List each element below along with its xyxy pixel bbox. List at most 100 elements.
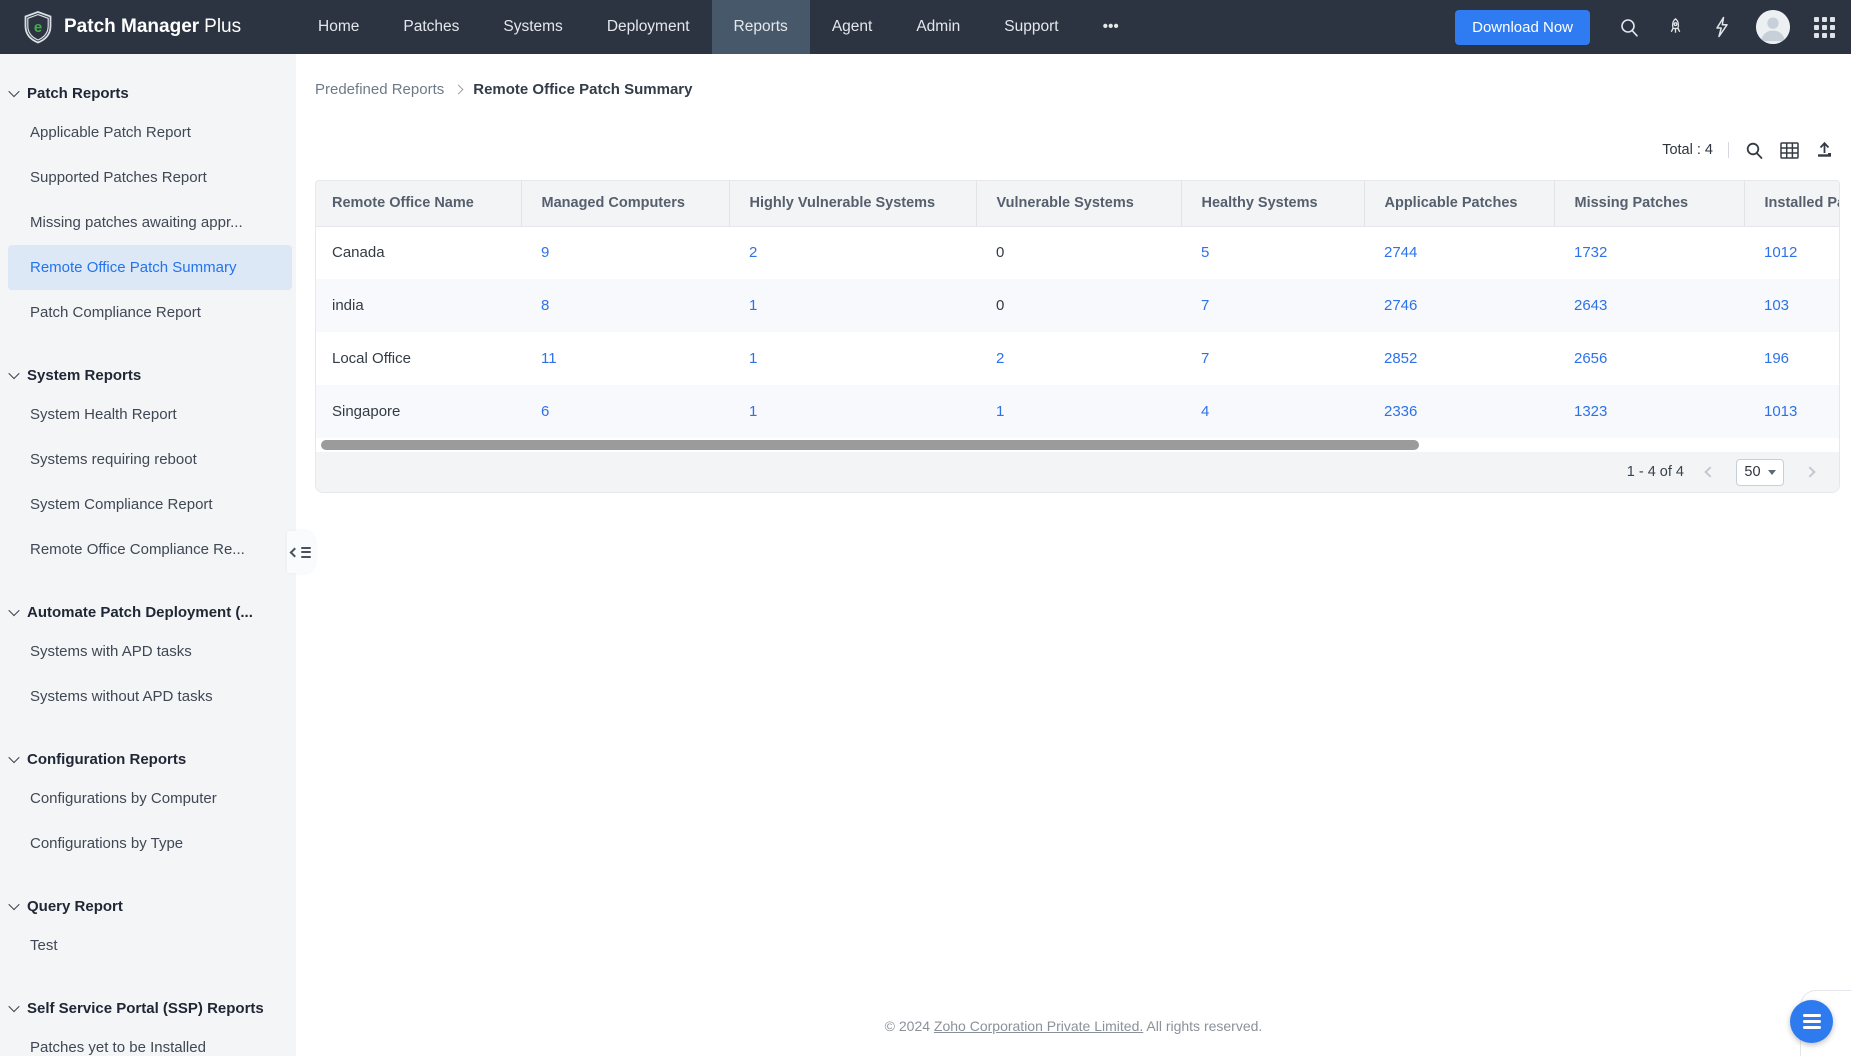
nav-item-patches[interactable]: Patches <box>381 0 481 54</box>
zoho-corporation-link[interactable]: Zoho Corporation Private Limited. <box>934 1018 1143 1034</box>
table-cell: 6 <box>521 385 729 438</box>
table-search-icon[interactable] <box>1744 140 1764 160</box>
breadcrumb: Predefined Reports Remote Office Patch S… <box>315 78 1840 100</box>
sidebar-item[interactable]: Configurations by Computer <box>8 776 292 821</box>
table-cell: 7 <box>1181 279 1364 332</box>
apps-grid-icon[interactable] <box>1814 16 1835 38</box>
cell-value-link[interactable]: 7 <box>1201 350 1209 367</box>
cell-value-link[interactable]: 1012 <box>1764 244 1797 261</box>
cell-value-link[interactable]: 2336 <box>1384 403 1417 420</box>
column-header[interactable]: Remote Office Name <box>316 181 522 227</box>
sidebar-section-header[interactable]: Self Service Portal (SSP) Reports <box>0 991 296 1025</box>
nav-item-[interactable]: ••• <box>1081 0 1141 54</box>
prev-page-button[interactable] <box>1697 459 1723 485</box>
sidebar-section: Configuration Reports Configurations by C… <box>0 742 296 866</box>
page-title: Remote Office Patch Summary <box>473 80 693 98</box>
nav-item-home[interactable]: Home <box>296 0 381 54</box>
nav-item-reports[interactable]: Reports <box>711 0 810 54</box>
sidebar-section-title: Automate Patch Deployment (... <box>27 603 253 621</box>
feedback-menu-fab[interactable] <box>1790 1000 1833 1043</box>
column-header[interactable]: Applicable Patches <box>1364 181 1555 227</box>
sidebar-item[interactable]: Configurations by Type <box>8 821 292 866</box>
sidebar-item[interactable]: Test <box>8 923 292 968</box>
pagination-range-label: 1 - 4 of 4 <box>1626 464 1684 480</box>
cell-value-link[interactable]: 2656 <box>1574 350 1607 367</box>
column-header[interactable]: Managed Computers <box>521 181 730 227</box>
cell-value-link[interactable]: 1 <box>996 403 1004 420</box>
sidebar-item[interactable]: Missing patches awaiting appr... <box>8 200 292 245</box>
rocket-icon[interactable] <box>1664 16 1686 38</box>
pagination-bar: 1 - 4 of 4 50 <box>316 452 1839 492</box>
breadcrumb-parent-link[interactable]: Predefined Reports <box>315 81 444 98</box>
cell-value-link[interactable]: 7 <box>1201 297 1209 314</box>
column-header[interactable]: Missing Patches <box>1554 181 1745 227</box>
sidebar-item[interactable]: System Health Report <box>8 392 292 437</box>
sidebar-section-header[interactable]: System Reports <box>0 358 296 392</box>
cell-value-link[interactable]: 4 <box>1201 403 1209 420</box>
column-header[interactable]: Installed Patches <box>1744 181 1839 227</box>
caret-down-icon <box>1767 469 1776 475</box>
sidebar-item[interactable]: Applicable Patch Report <box>8 110 292 155</box>
app-title: Patch Manager Plus <box>64 16 242 37</box>
table-cell: 1732 <box>1554 226 1744 279</box>
sidebar-item[interactable]: Systems without APD tasks <box>8 674 292 719</box>
cell-value-link[interactable]: 5 <box>1201 244 1209 261</box>
sidebar-item[interactable]: Remote Office Compliance Re... <box>8 527 292 572</box>
cell-value-link[interactable]: 1732 <box>1574 244 1607 261</box>
cell-value-link[interactable]: 196 <box>1764 350 1789 367</box>
nav-item-support[interactable]: Support <box>982 0 1080 54</box>
nav-item-systems[interactable]: Systems <box>481 0 584 54</box>
nav-item-admin[interactable]: Admin <box>894 0 982 54</box>
avatar[interactable] <box>1756 10 1790 44</box>
column-header[interactable]: Vulnerable Systems <box>976 181 1182 227</box>
table-cell: 7 <box>1181 332 1364 385</box>
cell-value-link[interactable]: 1 <box>749 403 757 420</box>
cell-value-link[interactable]: 11 <box>541 350 557 367</box>
nav-item-deployment[interactable]: Deployment <box>585 0 712 54</box>
sidebar-item[interactable]: System Compliance Report <box>8 482 292 527</box>
table-row: Singapore 6 1 1 4 2336 1323 1013 <box>316 385 1839 438</box>
scrollbar-thumb[interactable] <box>321 440 1419 450</box>
cell-value-link[interactable]: 2643 <box>1574 297 1607 314</box>
page-size-dropdown[interactable]: 50 <box>1736 458 1784 486</box>
sidebar-section-header[interactable]: Patch Reports <box>0 76 296 110</box>
cell-value-link[interactable]: 2744 <box>1384 244 1417 261</box>
table-view-icon[interactable] <box>1779 140 1799 160</box>
cell-value: 0 <box>996 244 1005 262</box>
sidebar-item[interactable]: Systems with APD tasks <box>8 629 292 674</box>
cell-value-link[interactable]: 6 <box>541 403 549 420</box>
sidebar-section-header[interactable]: Configuration Reports <box>0 742 296 776</box>
cell-value-link[interactable]: 2746 <box>1384 297 1417 314</box>
cell-value-link[interactable]: 8 <box>541 297 549 314</box>
column-header[interactable]: Highly Vulnerable Systems <box>729 181 977 227</box>
export-icon[interactable] <box>1814 140 1834 160</box>
sidebar-section-header[interactable]: Automate Patch Deployment (... <box>0 595 296 629</box>
cell-value-link[interactable]: 2 <box>749 244 757 261</box>
sidebar-item[interactable]: Remote Office Patch Summary <box>8 245 292 290</box>
sidebar-item[interactable]: Supported Patches Report <box>8 155 292 200</box>
sidebar-collapse-handle[interactable] <box>287 531 315 573</box>
cell-value-link[interactable]: 2 <box>996 350 1004 367</box>
flash-icon[interactable] <box>1710 16 1732 38</box>
cell-value-link[interactable]: 103 <box>1764 297 1789 314</box>
next-page-button[interactable] <box>1797 459 1823 485</box>
sidebar-section-header[interactable]: Query Report <box>0 889 296 923</box>
column-header[interactable]: Healthy Systems <box>1181 181 1365 227</box>
sidebar-item[interactable]: Patches yet to be Installed <box>8 1025 292 1056</box>
cell-value-link[interactable]: 1 <box>749 297 757 314</box>
sidebar-section: Patch Reports Applicable Patch Report Supp… <box>0 76 296 335</box>
download-now-button[interactable]: Download Now <box>1455 9 1590 45</box>
table-cell: 9 <box>521 226 729 279</box>
cell-value-link[interactable]: 1 <box>749 350 757 367</box>
sidebar: Patch Reports Applicable Patch Report Supp… <box>0 54 296 1056</box>
sidebar-item[interactable]: Patch Compliance Report <box>8 290 292 335</box>
cell-value-link[interactable]: 2852 <box>1384 350 1417 367</box>
cell-value-link[interactable]: 9 <box>541 244 549 261</box>
nav-item-agent[interactable]: Agent <box>810 0 895 54</box>
search-icon[interactable] <box>1618 16 1640 38</box>
cell-value-link[interactable]: 1013 <box>1764 403 1797 420</box>
sidebar-item[interactable]: Systems requiring reboot <box>8 437 292 482</box>
table-cell: 1013 <box>1744 385 1839 438</box>
table-cell: 0 <box>976 279 1181 332</box>
cell-value-link[interactable]: 1323 <box>1574 403 1607 420</box>
